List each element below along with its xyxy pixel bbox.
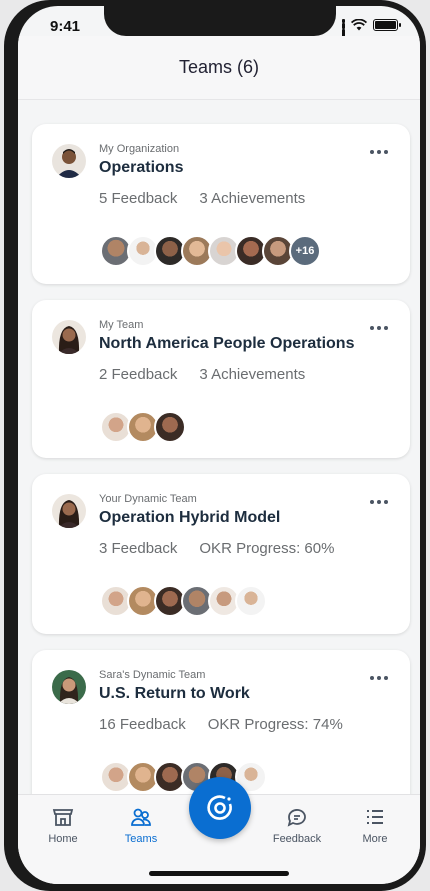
page-header: Teams (6)	[18, 36, 420, 100]
more-options-icon[interactable]	[370, 322, 394, 334]
team-kicker: My Team	[99, 319, 144, 331]
tab-teams[interactable]: Teams	[106, 805, 176, 845]
status-time: 9:41	[50, 18, 81, 35]
tab-teams-label: Teams	[124, 833, 158, 845]
tab-more-label: More	[362, 833, 388, 845]
center-action-button[interactable]	[189, 777, 251, 839]
member-avatars[interactable]	[100, 411, 186, 443]
team-owner-avatar	[52, 494, 86, 528]
team-stats: 16 Feedback OKR Progress: 74%	[99, 716, 343, 733]
team-owner-avatar	[52, 670, 86, 704]
signal-icon	[342, 19, 345, 50]
member-avatar	[235, 585, 267, 617]
chat-bubble-icon	[287, 809, 306, 827]
team-card-return-to-work[interactable]: Sara's Dynamic Team U.S. Return to Work …	[32, 650, 410, 794]
bottom-tab-bar: Home Teams Feedback More	[18, 777, 420, 884]
member-avatars[interactable]: +16	[100, 235, 321, 267]
member-avatar	[154, 411, 186, 443]
teams-list[interactable]: My Organization Operations 5 Feedback 3 A…	[18, 100, 420, 794]
home-indicator	[149, 871, 289, 876]
people-icon	[131, 808, 151, 826]
team-kicker: Sara's Dynamic Team	[99, 669, 206, 681]
achievements-count: 3 Achievements	[199, 190, 306, 207]
screen: 9:41 Teams (6) My Organization Operation…	[18, 6, 420, 884]
feedback-count: 5 Feedback	[99, 190, 178, 207]
list-icon	[367, 810, 383, 824]
tab-feedback-label: Feedback	[272, 833, 322, 845]
more-options-icon[interactable]	[370, 496, 394, 508]
team-card-operations[interactable]: My Organization Operations 5 Feedback 3 A…	[32, 124, 410, 284]
status-icons	[342, 19, 401, 50]
tab-feedback[interactable]: Feedback	[262, 805, 332, 845]
team-stats: 2 Feedback 3 Achievements	[99, 366, 305, 383]
team-title: Operation Hybrid Model	[99, 509, 281, 526]
team-owner-avatar	[52, 144, 86, 178]
tab-more[interactable]: More	[340, 805, 410, 845]
phone-frame: 9:41 Teams (6) My Organization Operation…	[4, 0, 426, 891]
more-options-icon[interactable]	[370, 146, 394, 158]
team-title: U.S. Return to Work	[99, 685, 250, 702]
feedback-count: 3 Feedback	[99, 540, 178, 557]
team-title: Operations	[99, 159, 184, 176]
team-card-hybrid-model[interactable]: Your Dynamic Team Operation Hybrid Model…	[32, 474, 410, 634]
feedback-count: 2 Feedback	[99, 366, 178, 383]
okr-progress: OKR Progress: 60%	[199, 540, 335, 557]
okr-progress: OKR Progress: 74%	[207, 716, 343, 733]
team-stats: 3 Feedback OKR Progress: 60%	[99, 540, 334, 557]
team-title: North America People Operations	[99, 335, 355, 352]
team-kicker: My Organization	[99, 143, 180, 155]
storefront-icon	[52, 809, 74, 826]
tab-home[interactable]: Home	[28, 805, 98, 845]
tab-home-label: Home	[48, 833, 78, 845]
wifi-icon	[351, 19, 367, 31]
notch	[104, 6, 336, 36]
focus-ring-icon	[207, 795, 232, 820]
battery-icon	[373, 19, 401, 31]
more-members-badge[interactable]: +16	[289, 235, 321, 267]
feedback-count: 16 Feedback	[99, 716, 186, 733]
team-owner-avatar	[52, 320, 86, 354]
more-options-icon[interactable]	[370, 672, 394, 684]
achievements-count: 3 Achievements	[199, 366, 306, 383]
member-avatars[interactable]	[100, 585, 267, 617]
team-stats: 5 Feedback 3 Achievements	[99, 190, 305, 207]
team-card-north-america[interactable]: My Team North America People Operations …	[32, 300, 410, 458]
page-title: Teams (6)	[178, 57, 259, 77]
team-kicker: Your Dynamic Team	[99, 493, 197, 505]
